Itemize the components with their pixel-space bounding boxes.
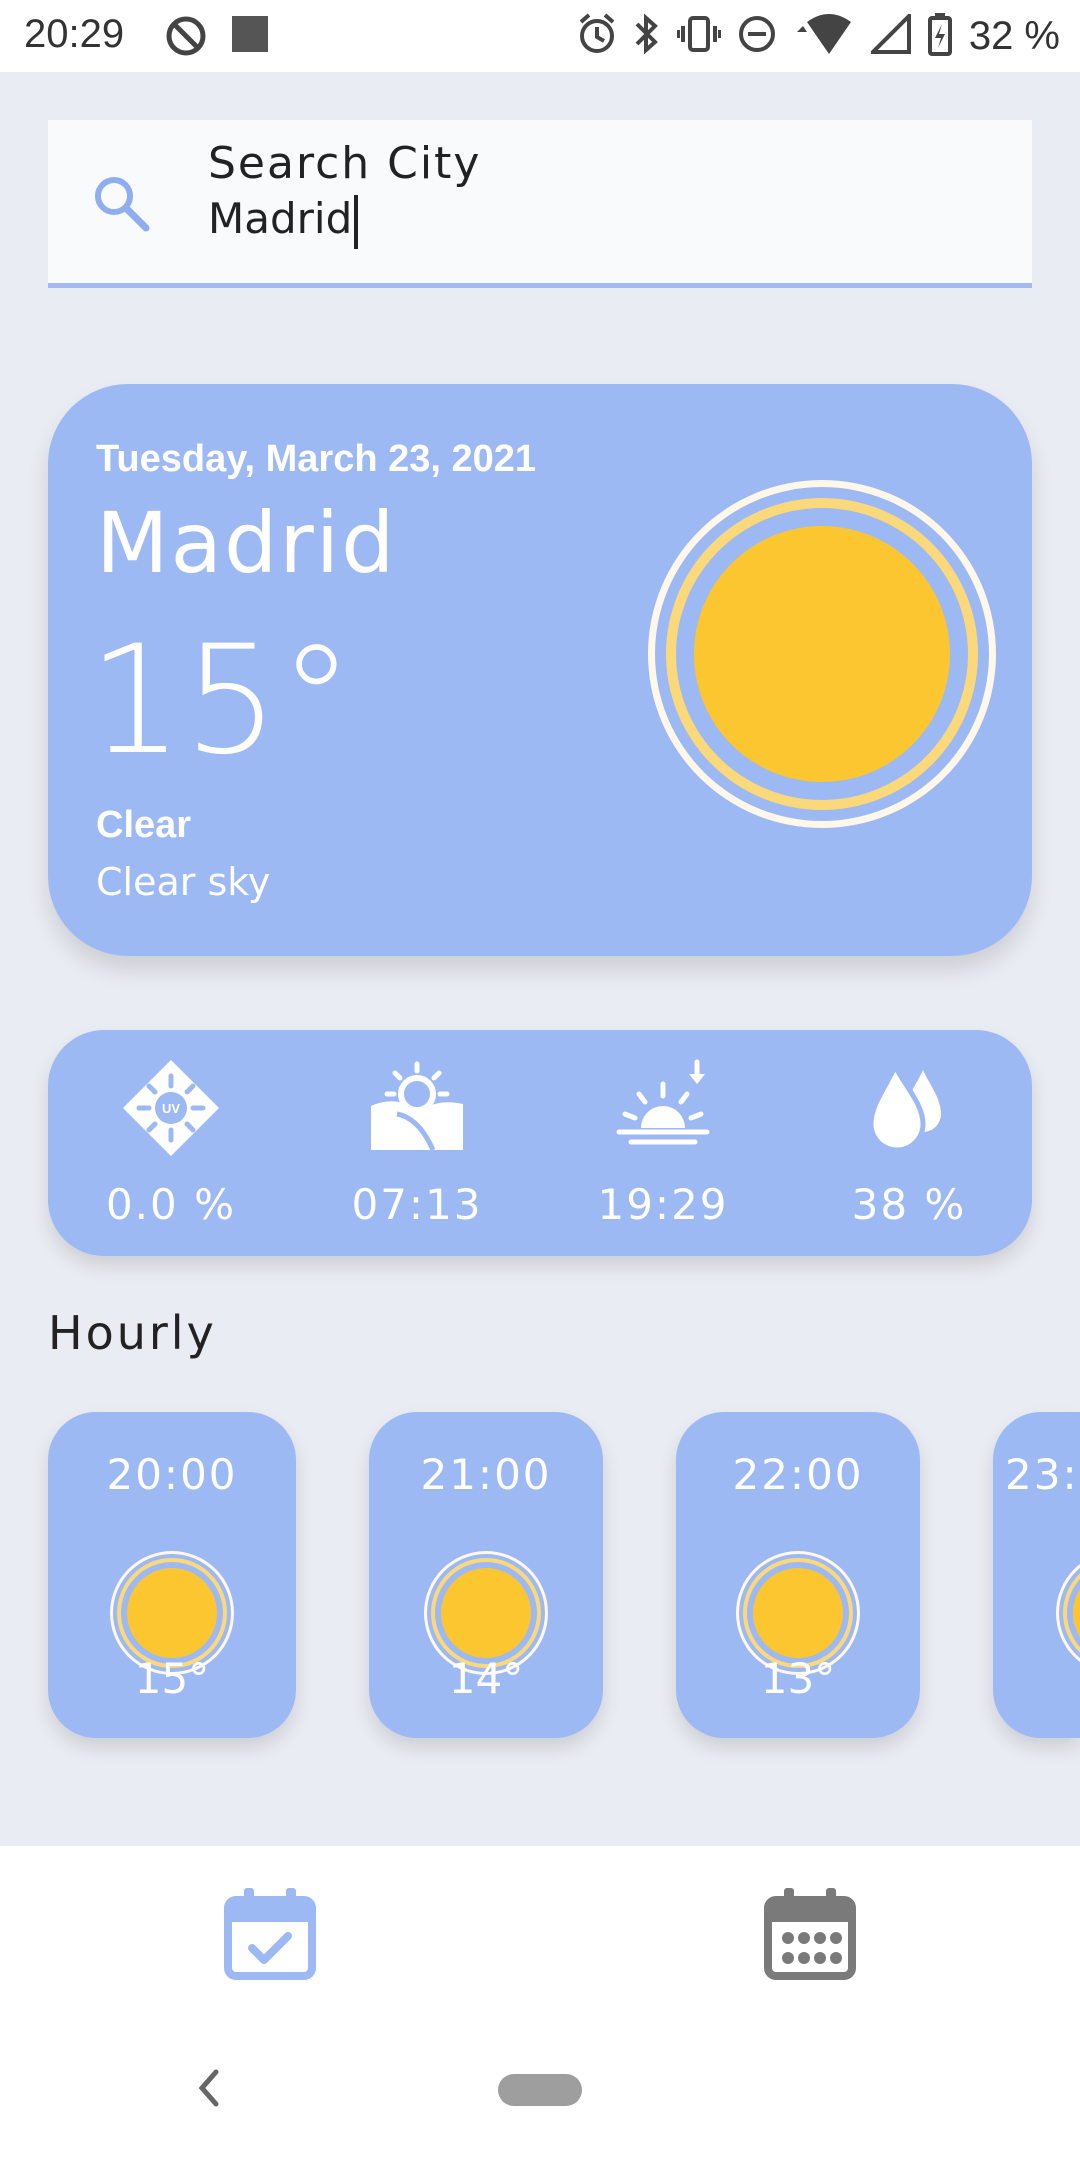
current-weather-card: Tuesday, March 23, 2021 Madrid 15° Clear…	[48, 384, 1032, 956]
today-tab[interactable]	[222, 1886, 318, 1986]
sunset-value: 19:29	[597, 1180, 729, 1229]
search-field[interactable]: Search City Madrid	[48, 120, 1032, 288]
hourly-time: 20:00	[106, 1450, 238, 1499]
search-icon[interactable]	[90, 172, 152, 238]
svg-text:UV: UV	[162, 1101, 180, 1116]
battery-percent: 32 %	[968, 13, 1060, 58]
sun-icon	[1055, 1550, 1080, 1680]
status-icons: 32 %	[577, 10, 1060, 62]
stat-humidity: 38 %	[786, 1030, 1032, 1256]
hourly-temperature: 14°	[448, 1654, 524, 1703]
current-condition: Clear	[96, 804, 192, 846]
forecast-tab[interactable]	[762, 1886, 858, 1986]
weather-stats-bar: UV 0.0 % 07:13 19:29 38 %	[48, 1030, 1032, 1256]
notification-square-icon	[230, 14, 270, 58]
calendar-check-icon[interactable]	[222, 1886, 318, 1982]
sunset-icon	[613, 1058, 713, 1162]
current-description: Clear sky	[96, 860, 271, 904]
search-input[interactable]: Madrid	[208, 194, 968, 249]
bottom-navigation	[0, 1846, 1080, 2160]
hourly-title: Hourly	[48, 1306, 217, 1360]
sunrise-value: 07:13	[351, 1180, 483, 1229]
uv-index-icon: UV	[121, 1058, 221, 1162]
battery-charging-icon	[927, 12, 953, 60]
stat-uv-index: UV 0.0 %	[48, 1030, 294, 1256]
back-icon[interactable]	[190, 2066, 226, 2114]
current-temperature: 15°	[88, 614, 354, 788]
hourly-card[interactable]: 20:00 15°	[48, 1412, 296, 1738]
search-label: Search City	[208, 138, 482, 189]
hourly-card[interactable]: 22:00 13°	[676, 1412, 920, 1738]
text-cursor	[354, 194, 359, 249]
vibrate-icon	[675, 14, 722, 58]
cell-signal-icon	[867, 11, 911, 58]
bluetooth-icon	[633, 12, 661, 60]
hourly-temperature: 13°	[760, 1654, 836, 1703]
hourly-card[interactable]: 23:00	[993, 1412, 1080, 1738]
home-pill[interactable]	[498, 2074, 582, 2106]
do-not-disturb-icon	[737, 14, 777, 58]
hourly-card[interactable]: 21:00 14°	[369, 1412, 603, 1738]
humidity-value: 38 %	[851, 1180, 967, 1229]
sun-icon	[644, 476, 1000, 836]
calendar-grid-icon[interactable]	[762, 1886, 858, 1982]
current-city: Madrid	[96, 494, 397, 592]
hourly-time: 21:00	[420, 1450, 552, 1499]
sunrise-icon	[367, 1058, 467, 1162]
search-input-value: Madrid	[208, 194, 353, 243]
hourly-time: 22:00	[732, 1450, 864, 1499]
alarm-icon	[577, 12, 617, 60]
hourly-time: 23:00	[1005, 1450, 1080, 1499]
stat-sunset: 19:29	[540, 1030, 786, 1256]
humidity-icon	[859, 1058, 959, 1162]
status-time: 20:29	[24, 12, 125, 56]
stat-sunrise: 07:13	[294, 1030, 540, 1256]
hourly-temperature: 15°	[134, 1654, 210, 1703]
status-bar: 20:29 32 %	[0, 0, 1080, 72]
hourly-list[interactable]: 20:00 15° 21:00 14° 22:00 13° 23:00	[0, 1412, 1080, 1742]
data-saver-icon	[164, 14, 208, 62]
wifi-icon	[793, 12, 855, 60]
uv-index-value: 0.0 %	[105, 1180, 237, 1229]
current-date: Tuesday, March 23, 2021	[96, 438, 537, 480]
